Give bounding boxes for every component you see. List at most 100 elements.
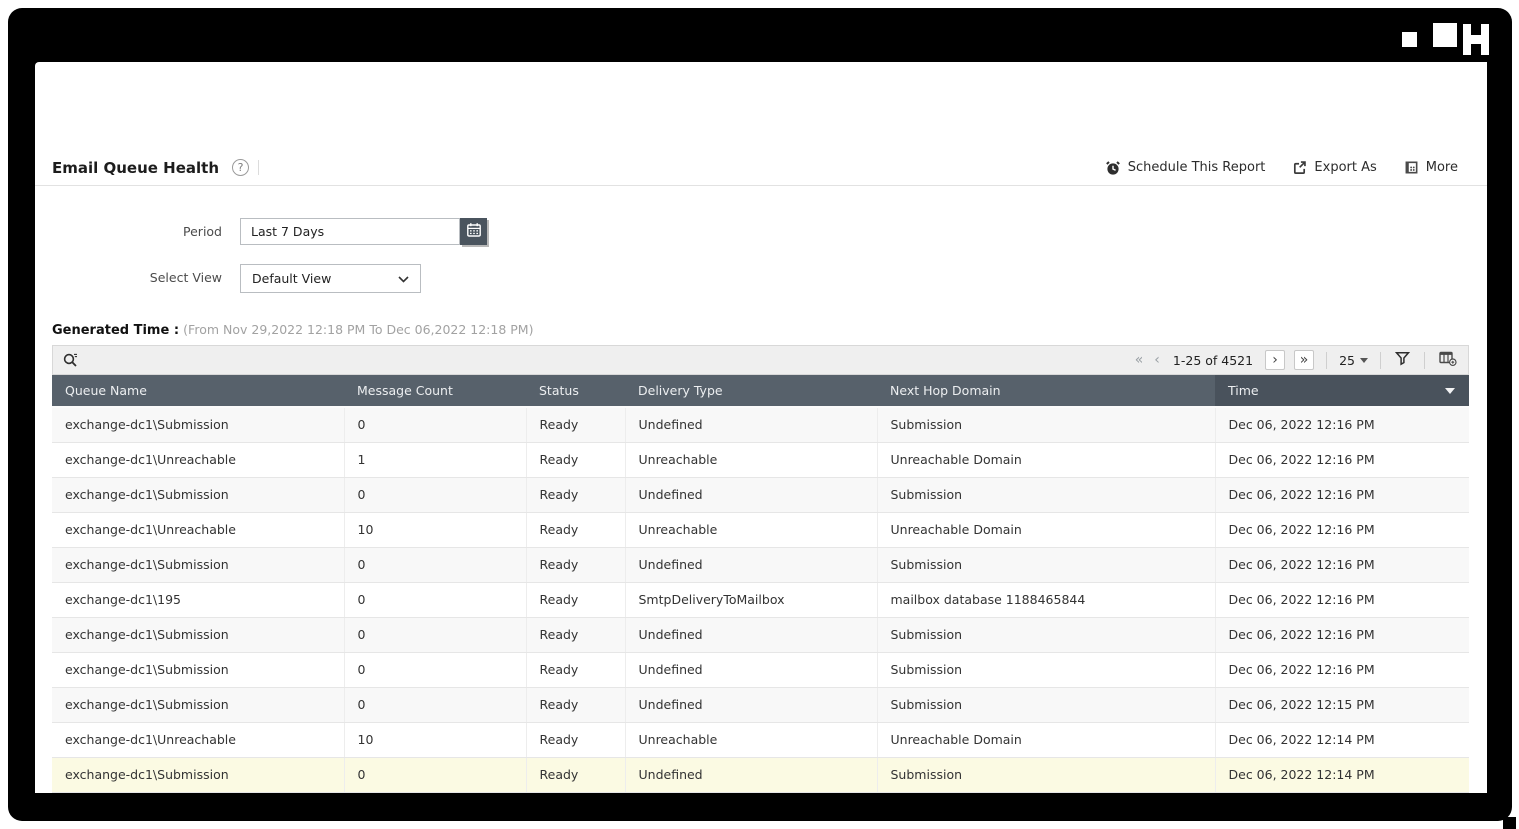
table-cell: Ready — [526, 722, 626, 758]
calendar-button[interactable] — [460, 218, 487, 245]
calendar-icon — [466, 222, 482, 241]
pagination-range: 1-25 of 4521 — [1172, 352, 1254, 368]
page-size-value: 25 — [1339, 352, 1355, 368]
table-cell: 0 — [344, 547, 527, 583]
table-cell: Dec 06, 2022 12:14 PM — [1215, 722, 1469, 758]
toolbar-separator — [1326, 351, 1328, 369]
table-row[interactable]: exchange-dc1\195 0 Ready SmtpDeliveryToMail… — [52, 582, 1469, 618]
last-page-button[interactable]: » — [1294, 350, 1315, 370]
table-cell: exchange-dc1\195 — [52, 582, 345, 618]
table-cell: Dec 06, 2022 12:16 PM — [1215, 582, 1469, 618]
select-view-label: Select View — [149, 270, 222, 285]
queue-table-body: exchange-dc1\Submission 0 Ready Undefined Su… — [52, 406, 1469, 793]
table-cell: Ready — [526, 617, 626, 653]
table-cell: Unreachable Domain — [877, 442, 1216, 478]
pagination: « ‹ 1-25 of 4521 › » 25 — [1134, 350, 1459, 370]
table-cell: exchange-dc1\Submission — [52, 547, 345, 583]
table-cell: Undefined — [625, 477, 878, 513]
column-header-message-count[interactable]: Message Count — [344, 375, 526, 407]
column-header-time[interactable]: Time — [1215, 375, 1469, 407]
table-row[interactable]: exchange-dc1\Submission 0 Ready Undefined Su… — [52, 687, 1469, 723]
table-row[interactable]: exchange-dc1\Unreachable 10 Ready Unreachab… — [52, 722, 1469, 758]
column-chooser-button[interactable] — [1437, 351, 1459, 369]
table-cell: Submission — [877, 687, 1216, 723]
export-as-label: Export As — [1314, 160, 1377, 175]
column-chooser-icon — [1439, 351, 1457, 369]
table-row[interactable]: exchange-dc1\Submission 0 Ready Undefined Su… — [52, 652, 1469, 688]
table-cell: Ready — [526, 477, 626, 513]
table-row[interactable]: exchange-dc1\Unreachable 10 Ready Unreachab… — [52, 512, 1469, 548]
table-header-row: Queue Name Message Count Status Delivery… — [52, 375, 1469, 407]
export-icon — [1292, 160, 1307, 175]
table-row[interactable]: exchange-dc1\Submission 0 Ready Undefined Su… — [52, 617, 1469, 653]
search-icon[interactable] — [62, 352, 79, 369]
table-cell: exchange-dc1\Submission — [52, 652, 345, 688]
table-cell: Unreachable Domain — [877, 722, 1216, 758]
table-cell: Undefined — [625, 652, 878, 688]
table-cell: 10 — [344, 722, 527, 758]
table-row[interactable]: exchange-dc1\Submission 0 Ready Undefined Su… — [52, 547, 1469, 583]
alarm-clock-icon — [1105, 160, 1121, 176]
table-cell: Undefined — [625, 617, 878, 653]
table-cell: Ready — [526, 757, 626, 793]
table-cell: SmtpDeliveryToMailbox — [625, 582, 878, 618]
column-header-time-label: Time — [1228, 383, 1259, 398]
table-cell: 0 — [344, 757, 527, 793]
next-page-button[interactable]: › — [1265, 350, 1286, 370]
queue-table: Queue Name Message Count Status Delivery… — [52, 375, 1469, 793]
table-cell: exchange-dc1\Submission — [52, 687, 345, 723]
title-bar: Email Queue Health ? Schedule This Repor… — [35, 150, 1487, 186]
table-cell: exchange-dc1\Submission — [52, 406, 345, 443]
table-cell: Ready — [526, 687, 626, 723]
table-cell: exchange-dc1\Unreachable — [52, 722, 345, 758]
schedule-report-label: Schedule This Report — [1127, 160, 1266, 175]
schedule-report-button[interactable]: Schedule This Report — [1105, 160, 1266, 176]
more-label: More — [1425, 160, 1458, 175]
table-row[interactable]: exchange-dc1\Submission 0 Ready Undefined Su… — [52, 406, 1469, 443]
table-cell: Undefined — [625, 406, 878, 443]
select-view-dropdown[interactable]: Default View — [240, 264, 421, 293]
table-cell: 0 — [344, 582, 527, 618]
report-actions: Schedule This Report Export As More — [1105, 160, 1458, 176]
first-page-button[interactable]: « — [1134, 353, 1145, 367]
screenshot-canvas: Email Queue Health ? Schedule This Repor… — [0, 0, 1519, 829]
toolbar-separator — [1380, 351, 1381, 369]
table-row[interactable]: exchange-dc1\Unreachable 1 Ready Unreachabl… — [52, 442, 1469, 478]
column-header-queue-name[interactable]: Queue Name — [52, 375, 344, 407]
filter-button[interactable] — [1393, 351, 1412, 369]
generated-time: Generated Time : (From Nov 29,2022 12:18… — [52, 322, 533, 338]
table-row[interactable]: exchange-dc1\Submission 0 Ready Undefined Su… — [52, 757, 1469, 793]
help-icon[interactable]: ? — [232, 159, 250, 176]
chevron-down-icon — [398, 271, 409, 286]
page-title: Email Queue Health — [52, 158, 220, 177]
logo-block-large-icon — [1433, 23, 1457, 47]
caret-down-icon — [1360, 357, 1368, 363]
table-cell: Submission — [877, 652, 1216, 688]
toolbar-separator — [1424, 351, 1425, 369]
table-cell: Dec 06, 2022 12:16 PM — [1215, 406, 1469, 443]
export-as-button[interactable]: Export As — [1292, 160, 1377, 175]
column-header-status[interactable]: Status — [526, 375, 625, 407]
table-cell: 0 — [344, 617, 527, 653]
page-size-dropdown[interactable]: 25 — [1339, 353, 1368, 368]
table-cell: exchange-dc1\Submission — [52, 477, 345, 513]
table-cell: Submission — [877, 406, 1216, 443]
more-button[interactable]: More — [1404, 160, 1458, 175]
report-page: Email Queue Health ? Schedule This Repor… — [35, 62, 1487, 793]
table-toolbar: « ‹ 1-25 of 4521 › » 25 — [52, 345, 1469, 375]
table-cell: Dec 06, 2022 12:16 PM — [1215, 547, 1469, 583]
table-cell: exchange-dc1\Submission — [52, 617, 345, 653]
table-cell: Undefined — [625, 547, 878, 583]
table-row[interactable]: exchange-dc1\Submission 0 Ready Undefined Su… — [52, 477, 1469, 513]
prev-page-button[interactable]: ‹ — [1153, 353, 1161, 367]
column-header-next-hop-domain[interactable]: Next Hop Domain — [877, 375, 1215, 407]
table-cell: Dec 06, 2022 12:16 PM — [1215, 442, 1469, 478]
table-cell: Dec 06, 2022 12:16 PM — [1215, 617, 1469, 653]
corner-block — [1503, 817, 1516, 829]
column-header-delivery-type[interactable]: Delivery Type — [625, 375, 877, 407]
generated-time-range: (From Nov 29,2022 12:18 PM To Dec 06,202… — [183, 322, 534, 337]
table-cell: Unreachable Domain — [877, 512, 1216, 548]
funnel-icon — [1394, 351, 1411, 369]
period-input[interactable]: Last 7 Days — [240, 218, 460, 245]
table-cell: Unreachable — [625, 512, 878, 548]
